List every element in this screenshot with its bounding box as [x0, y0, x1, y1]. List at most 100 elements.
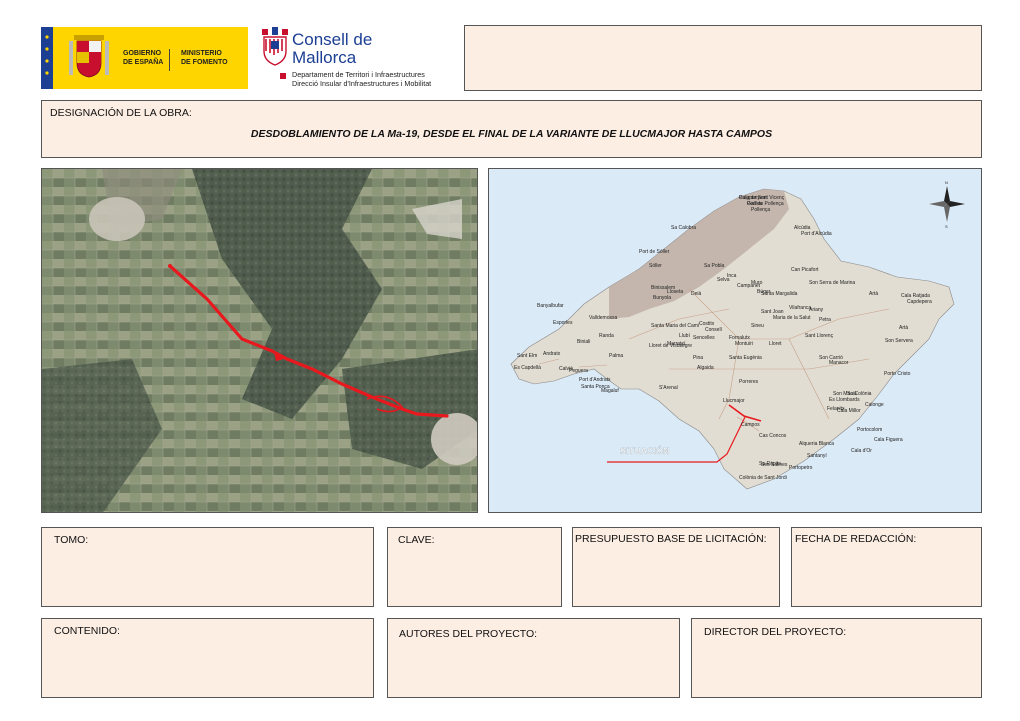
- map-place-label: Pina: [693, 355, 703, 361]
- ministerio-line1: MINISTERIO: [181, 50, 222, 57]
- obra-title: DESDOBLAMIENTO DE LA Ma-19, DESDE EL FIN…: [250, 128, 773, 140]
- map-place-label: Sóller: [649, 263, 662, 269]
- map-place-label: Artà: [869, 291, 878, 297]
- map-place-label: Consell: [705, 327, 722, 333]
- gobierno-espana-logo: GOBIERNO DE ESPAÑA MINISTERIO DE FOMENTO: [41, 27, 248, 89]
- map-place-label: Son Servera: [885, 338, 913, 344]
- gobierno-line2: DE ESPAÑA: [123, 59, 164, 66]
- map-place-label: Sa Colònia: [847, 391, 872, 397]
- map-place-label: Sant Elm: [517, 353, 537, 359]
- aerial-photo: [41, 168, 478, 513]
- map-place-label: Capdepera: [907, 299, 932, 305]
- map-place-label: Colònia de Sant Jordi: [739, 475, 787, 481]
- map-place-label: Santanyí: [807, 453, 827, 459]
- aerial-photo-image: [42, 169, 477, 512]
- map-place-label: Sant Llorenç: [805, 333, 834, 339]
- map-place-label: Portopetro: [789, 465, 813, 471]
- consell-name: Consell de Mallorca: [292, 31, 372, 67]
- map-place-label: Selva: [717, 277, 730, 283]
- map-place-label: Llucmajor: [723, 398, 745, 404]
- consell-dept-line2: Direcció Insular d'Infraestructures i Mo…: [292, 79, 432, 88]
- consell-dept: Departament de Territori i Infraestructu…: [292, 70, 431, 88]
- map-place-label: Magaluf: [601, 388, 619, 394]
- map-place-label: Sa Calobra: [671, 225, 696, 231]
- tomo-label: TOMO:: [54, 534, 89, 546]
- autores-box: AUTORES DEL PROYECTO:: [387, 618, 680, 698]
- map-place-label: Port d'Alcúdia: [801, 231, 832, 237]
- map-place-label: Son Carrió: [819, 355, 843, 361]
- map-place-label: Porto Cristo: [884, 371, 911, 377]
- presupuesto-box: PRESUPUESTO BASE DE LICITACIÓN:: [572, 527, 780, 607]
- logo-divider: [169, 49, 170, 71]
- map-place-label: Port de Sóller: [639, 249, 670, 255]
- map-place-label: Sencelles: [693, 335, 715, 341]
- consell-dept-line1: Departament de Territori i Infraestructu…: [292, 70, 425, 79]
- map-place-label: Petra: [819, 317, 831, 323]
- map-place-label: Santa Eugènia: [729, 355, 762, 361]
- map-place-label: Búger: [757, 289, 771, 295]
- presupuesto-label: PRESUPUESTO BASE DE LICITACIÓN:: [575, 533, 767, 545]
- map-place-label: Ariany: [809, 307, 824, 313]
- map-place-label: Portocolom: [857, 427, 882, 433]
- map-place-label: Fornalutx: [729, 335, 750, 341]
- map-place-label: Sineu: [751, 323, 764, 329]
- tomo-box: TOMO:: [41, 527, 374, 607]
- map-place-label: Palma: [609, 353, 623, 359]
- gobierno-text: GOBIERNO DE ESPAÑA: [123, 49, 163, 67]
- map-place-label: Port d'Andratx: [579, 377, 611, 383]
- header-stamp-box: [464, 25, 982, 91]
- map-place-label: Pollença: [751, 207, 770, 213]
- compass-rose-icon: N S: [929, 180, 965, 229]
- director-box: DIRECTOR DEL PROYECTO:: [691, 618, 982, 698]
- map-place-label: Valldemossa: [589, 315, 617, 321]
- map-place-label: Es Llombards: [829, 397, 860, 403]
- gobierno-line1: GOBIERNO: [123, 50, 162, 57]
- map-place-label: Cala Millor: [837, 408, 861, 414]
- map-place-label: Galilea: [747, 201, 763, 207]
- map-place-label: Son Serra de Marina: [809, 280, 855, 286]
- svg-text:N: N: [945, 180, 948, 185]
- contenido-label: CONTENIDO:: [54, 625, 120, 637]
- clave-box: CLAVE:: [387, 527, 562, 607]
- map-place-label: Bunyola: [653, 295, 671, 301]
- ministerio-line2: DE FOMENTO: [181, 59, 228, 66]
- map-place-label: Randa: [599, 333, 614, 339]
- map-place-label: Sa Pobla: [704, 263, 725, 269]
- consell-name-line1: Consell de: [292, 30, 373, 49]
- designacion-obra-box: DESIGNACIÓN DE LA OBRA: DESDOBLAMIENTO D…: [41, 100, 982, 158]
- map-place-label: Cala Figuera: [874, 437, 903, 443]
- contenido-box: CONTENIDO:: [41, 618, 374, 698]
- svg-text:S: S: [945, 224, 948, 229]
- situation-label: SITUACIÓN: [620, 445, 670, 456]
- town-llucmajor: [89, 197, 145, 241]
- map-place-label: Algaida: [697, 365, 714, 371]
- map-place-label: Peguera: [569, 368, 588, 374]
- autores-label: AUTORES DEL PROYECTO:: [399, 628, 538, 640]
- map-place-label: Maria de la Salut: [773, 315, 811, 321]
- map-place-label: Cas Concos: [759, 433, 787, 439]
- ministerio-text: MINISTERIO DE FOMENTO: [181, 49, 228, 67]
- director-label: DIRECTOR DEL PROYECTO:: [704, 626, 847, 638]
- situation-map: SITUACIÓN N S Cala de Sant Vicenç Port de…: [488, 168, 982, 513]
- fecha-label: FECHA DE REDACCIÓN:: [795, 533, 917, 545]
- map-place-label: Calonge: [865, 402, 884, 408]
- map-place-label: Biniali: [577, 339, 590, 345]
- consell-emblem-icon: [262, 27, 288, 66]
- map-place-label: Cala d'Or: [851, 448, 872, 454]
- map-place-label: Can Picafort: [791, 267, 819, 273]
- designacion-label: DESIGNACIÓN DE LA OBRA:: [50, 107, 192, 119]
- map-place-label: Santa Maria del Camí: [651, 323, 700, 329]
- map-place-label: Esporles: [553, 320, 573, 326]
- map-place-label: Sa Ràpita: [759, 461, 781, 467]
- map-place-label: Lloret de Vistalegre: [649, 343, 692, 349]
- map-place-label: Porreres: [739, 379, 759, 385]
- consell-de-mallorca-logo: Consell de Mallorca Departament de Terri…: [260, 25, 460, 91]
- map-place-label: Andratx: [543, 351, 561, 357]
- map-place-label: Campos: [741, 422, 760, 428]
- mallorca-map-image: SITUACIÓN N S Cala de Sant VicençPort de…: [510, 180, 965, 490]
- map-place-label: Lloret: [769, 341, 782, 347]
- dept-bullet-icon: [280, 73, 286, 79]
- map-place-label: Vilafranca: [789, 305, 811, 311]
- map-place-label: Artà: [899, 325, 908, 331]
- map-place-label: S'Arenal: [659, 385, 678, 391]
